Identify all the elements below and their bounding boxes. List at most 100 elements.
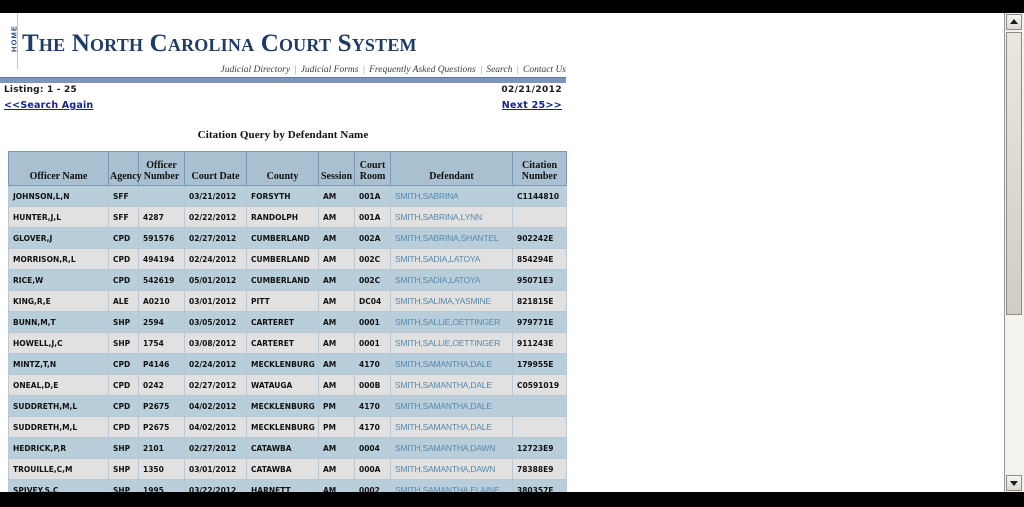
col-header-citation-number[interactable]: Citation Number bbox=[513, 152, 567, 186]
cell-court-room: 0002 bbox=[355, 480, 391, 493]
defendant-link[interactable]: SMITH,SALLIE,OETTINGER bbox=[395, 317, 500, 327]
cell-officer-number: P2675 bbox=[139, 396, 185, 417]
cell-defendant[interactable]: SMITH,SAMANTHA,ELAINE bbox=[391, 480, 513, 493]
cell-county: PITT bbox=[247, 291, 319, 312]
cell-defendant[interactable]: SMITH,SADIA,LATOYA bbox=[391, 270, 513, 291]
table-row: ONEAL,D,ECPD024202/27/2012WATAUGAAM000BS… bbox=[9, 375, 567, 396]
cell-agency: ALE bbox=[109, 291, 139, 312]
defendant-link[interactable]: SMITH,SAMANTHA,ELAINE bbox=[395, 485, 499, 492]
nav-link-search[interactable]: Search bbox=[486, 65, 512, 75]
table-header-row: Officer Name Agency Officer Number Court… bbox=[9, 152, 567, 186]
defendant-link[interactable]: SMITH,SALIMA,YASMINE bbox=[395, 296, 491, 306]
cell-court-room: 002C bbox=[355, 270, 391, 291]
nav-link-judicial-forms[interactable]: Judicial Forms bbox=[301, 65, 359, 75]
cell-agency: SHP bbox=[109, 333, 139, 354]
defendant-link[interactable]: SMITH,SALLIE,OETTINGER bbox=[395, 338, 500, 348]
defendant-link[interactable]: SMITH,SADIA,LATOYA bbox=[395, 254, 480, 264]
cell-agency: SHP bbox=[109, 312, 139, 333]
cell-session: AM bbox=[319, 228, 355, 249]
home-tab[interactable]: HOME bbox=[0, 13, 18, 69]
cell-court-date: 02/27/2012 bbox=[185, 228, 247, 249]
cell-defendant[interactable]: SMITH,SABRINA bbox=[391, 186, 513, 207]
col-header-session[interactable]: Session bbox=[319, 152, 355, 186]
vertical-scrollbar[interactable] bbox=[1004, 13, 1024, 492]
nav-link-faq[interactable]: Frequently Asked Questions bbox=[369, 65, 476, 75]
cell-court-room: 0001 bbox=[355, 333, 391, 354]
cell-defendant[interactable]: SMITH,SADIA,LATOYA bbox=[391, 249, 513, 270]
cell-officer-number: 4287 bbox=[139, 207, 185, 228]
defendant-link[interactable]: SMITH,SAMANTHA,DAWN bbox=[395, 443, 495, 453]
cell-defendant[interactable]: SMITH,SALIMA,YASMINE bbox=[391, 291, 513, 312]
defendant-link[interactable]: SMITH,SABRINA,SHANTEL bbox=[395, 233, 499, 243]
cell-court-room: 002A bbox=[355, 228, 391, 249]
table-row: JOHNSON,L,NSFF03/21/2012FORSYTHAM001ASMI… bbox=[9, 186, 567, 207]
cell-defendant[interactable]: SMITH,SAMANTHA,DALE bbox=[391, 417, 513, 438]
cell-officer-number: 542619 bbox=[139, 270, 185, 291]
cell-officer-number: 1995 bbox=[139, 480, 185, 493]
cell-agency: SFF bbox=[109, 207, 139, 228]
cell-defendant[interactable]: SMITH,SALLIE,OETTINGER bbox=[391, 333, 513, 354]
cell-officer-name: KING,R,E bbox=[9, 291, 109, 312]
cell-officer-number bbox=[139, 186, 185, 207]
cell-officer-number: 1350 bbox=[139, 459, 185, 480]
letterbox-top-right bbox=[1005, 0, 1024, 13]
defendant-link[interactable]: SMITH,SADIA,LATOYA bbox=[395, 275, 480, 285]
cell-court-room: 002C bbox=[355, 249, 391, 270]
cell-defendant[interactable]: SMITH,SAMANTHA,DAWN bbox=[391, 438, 513, 459]
col-header-officer-name[interactable]: Officer Name bbox=[9, 152, 109, 186]
defendant-link[interactable]: SMITH,SAMANTHA,DALE bbox=[395, 380, 492, 390]
defendant-link[interactable]: SMITH,SAMANTHA,DALE bbox=[395, 359, 492, 369]
cell-officer-name: MORRISON,R,L bbox=[9, 249, 109, 270]
cell-session: AM bbox=[319, 186, 355, 207]
col-header-court-room[interactable]: Court Room bbox=[355, 152, 391, 186]
listing-bar: Listing: 1 - 25 02/21/2012 <<Search Agai… bbox=[0, 85, 566, 115]
col-header-agency[interactable]: Agency bbox=[109, 152, 139, 186]
col-header-defendant[interactable]: Defendant bbox=[391, 152, 513, 186]
cell-officer-name: SPIVEY,S,C bbox=[9, 480, 109, 493]
scrollbar-thumb[interactable] bbox=[1006, 32, 1022, 315]
cell-defendant[interactable]: SMITH,SAMANTHA,DALE bbox=[391, 375, 513, 396]
cell-defendant[interactable]: SMITH,SAMANTHA,DAWN bbox=[391, 459, 513, 480]
cell-court-room: DC04 bbox=[355, 291, 391, 312]
cell-officer-name: GLOVER,J bbox=[9, 228, 109, 249]
col-header-court-date[interactable]: Court Date bbox=[185, 152, 247, 186]
search-again-link[interactable]: <<Search Again bbox=[4, 100, 93, 111]
scroll-down-button[interactable] bbox=[1006, 475, 1022, 491]
citation-results-table: Officer Name Agency Officer Number Court… bbox=[8, 151, 567, 492]
scroll-up-button[interactable] bbox=[1006, 14, 1022, 30]
next-25-link[interactable]: Next 25>> bbox=[502, 100, 562, 111]
cell-officer-name: MINTZ,T,N bbox=[9, 354, 109, 375]
table-row: TROUILLE,C,MSHP135003/01/2012CATAWBAAM00… bbox=[9, 459, 567, 480]
col-header-county[interactable]: County bbox=[247, 152, 319, 186]
nav-link-judicial-directory[interactable]: Judicial Directory bbox=[221, 65, 291, 75]
cell-court-date: 02/24/2012 bbox=[185, 249, 247, 270]
cell-court-room: 0001 bbox=[355, 312, 391, 333]
cell-officer-number: 2594 bbox=[139, 312, 185, 333]
cell-court-date: 02/27/2012 bbox=[185, 375, 247, 396]
nav-link-contact-us[interactable]: Contact Us bbox=[523, 65, 566, 75]
defendant-link[interactable]: SMITH,SAMANTHA,DALE bbox=[395, 422, 492, 432]
col-header-officer-number[interactable]: Officer Number bbox=[139, 152, 185, 186]
cell-officer-name: JOHNSON,L,N bbox=[9, 186, 109, 207]
cell-officer-name: HUNTER,J,L bbox=[9, 207, 109, 228]
cell-agency: SHP bbox=[109, 438, 139, 459]
cell-defendant[interactable]: SMITH,SAMANTHA,DALE bbox=[391, 354, 513, 375]
defendant-link[interactable]: SMITH,SABRINA bbox=[395, 191, 459, 201]
cell-defendant[interactable]: SMITH,SALLIE,OETTINGER bbox=[391, 312, 513, 333]
cell-court-date: 03/01/2012 bbox=[185, 459, 247, 480]
cell-officer-name: HEDRICK,P,R bbox=[9, 438, 109, 459]
cell-county: FORSYTH bbox=[247, 186, 319, 207]
cell-citation-number: 380357E bbox=[513, 480, 567, 493]
defendant-link[interactable]: SMITH,SAMANTHA,DAWN bbox=[395, 464, 495, 474]
cell-defendant[interactable]: SMITH,SAMANTHA,DALE bbox=[391, 396, 513, 417]
cell-agency: CPD bbox=[109, 417, 139, 438]
cell-defendant[interactable]: SMITH,SABRINA,LYNN bbox=[391, 207, 513, 228]
cell-citation-number: 902242E bbox=[513, 228, 567, 249]
cell-agency: SHP bbox=[109, 459, 139, 480]
cell-defendant[interactable]: SMITH,SABRINA,SHANTEL bbox=[391, 228, 513, 249]
cell-session: AM bbox=[319, 333, 355, 354]
cell-citation-number: 854294E bbox=[513, 249, 567, 270]
cell-officer-number: 2101 bbox=[139, 438, 185, 459]
defendant-link[interactable]: SMITH,SAMANTHA,DALE bbox=[395, 401, 492, 411]
defendant-link[interactable]: SMITH,SABRINA,LYNN bbox=[395, 212, 482, 222]
